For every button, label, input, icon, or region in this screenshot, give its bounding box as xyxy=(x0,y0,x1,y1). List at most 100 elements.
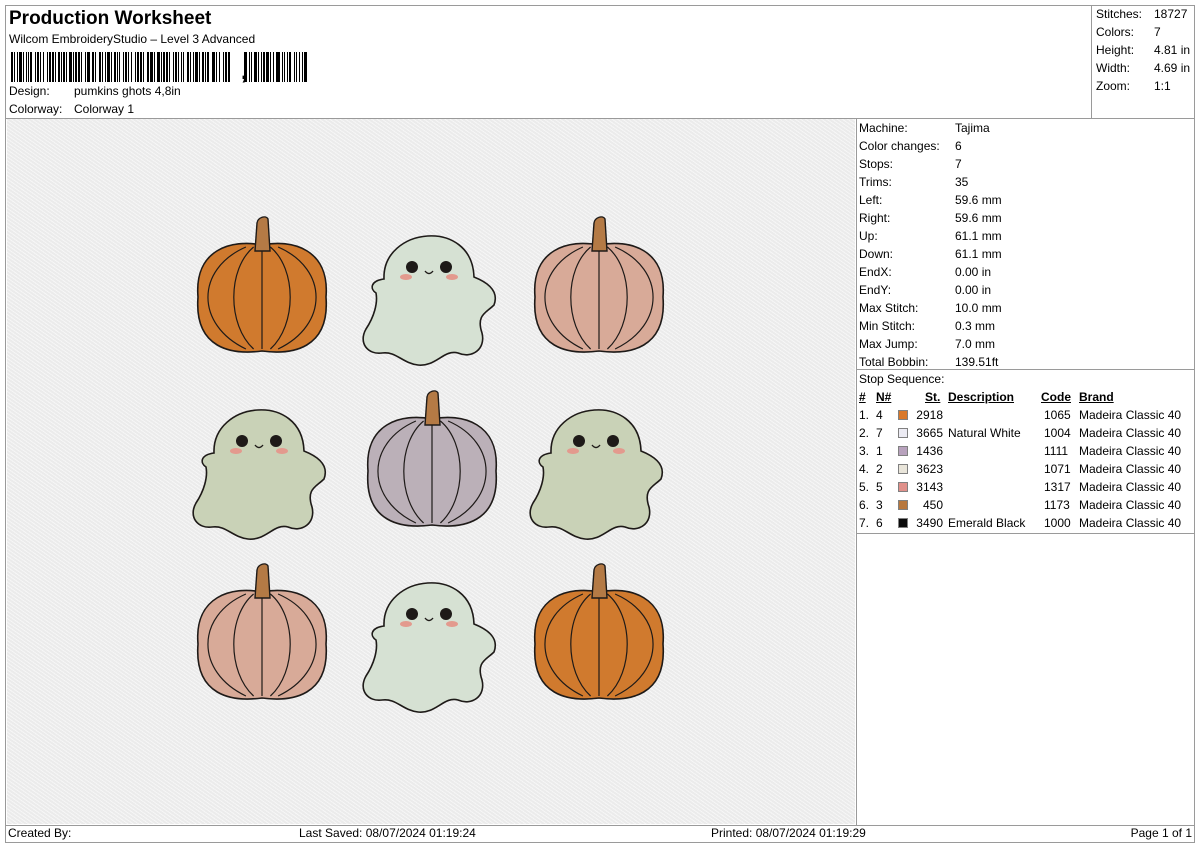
stop-sequence-row: 6. 3 450 1173 Madeira Classic 40 xyxy=(859,498,1195,514)
stop-table-divider xyxy=(856,533,1195,534)
machine-info-row: Color changes: 6 xyxy=(859,139,962,153)
worksheet-header: Production Worksheet Wilcom EmbroiderySt… xyxy=(5,5,1091,118)
design-label: Design: xyxy=(9,84,50,98)
machine-info-label: EndX: xyxy=(859,265,892,279)
stop-sequence-row: 1. 4 2918 1065 Madeira Classic 40 xyxy=(859,408,1195,424)
stop-row-index: 4. xyxy=(859,462,870,476)
machine-info-row: Total Bobbin: 139.51ft xyxy=(859,355,998,369)
stop-row-index: 6. xyxy=(859,498,870,512)
stop-row-stitches: 1436 xyxy=(916,444,943,458)
stop-row-brand: Madeira Classic 40 xyxy=(1079,498,1182,512)
machine-info-label: Machine: xyxy=(859,121,908,135)
stitches-label: Stitches: xyxy=(1096,7,1143,21)
machine-info-value: 35 xyxy=(955,175,969,189)
machine-info-label: Color changes: xyxy=(859,139,940,153)
stop-row-code: 1111 xyxy=(1044,444,1069,458)
height-row: Height: 4.81 in xyxy=(1096,43,1190,57)
pumpkin xyxy=(534,563,664,700)
thread-color-swatch xyxy=(898,464,908,474)
height-label: Height: xyxy=(1096,43,1135,57)
col-st-header: St. xyxy=(925,390,941,404)
pumpkin xyxy=(197,563,327,700)
design-value: pumkins ghots 4,8in xyxy=(74,84,181,98)
machine-info-label: Right: xyxy=(859,211,891,225)
ghost-eye xyxy=(270,435,282,447)
barcode-comma: , xyxy=(241,59,248,84)
stop-row-needle: 4 xyxy=(876,408,883,422)
stop-row-needle: 6 xyxy=(876,516,883,530)
stop-row-index: 7. xyxy=(859,516,870,530)
pumpkin-stem xyxy=(254,563,271,599)
stop-row-code: 1071 xyxy=(1044,462,1071,476)
design-row: Design: pumkins ghots 4,8in xyxy=(9,84,181,98)
machine-info-label: Total Bobbin: xyxy=(859,355,929,369)
ghost-cheek xyxy=(613,448,625,454)
stop-row-index: 3. xyxy=(859,444,870,458)
machine-info-label: Max Stitch: xyxy=(859,301,919,315)
zoom-value: 1:1 xyxy=(1154,79,1171,93)
col-brand-header: Brand xyxy=(1079,390,1114,404)
machine-info-label: Trims: xyxy=(859,175,892,189)
software-name: Wilcom EmbroideryStudio – Level 3 Advanc… xyxy=(9,32,256,46)
machine-info-value: 7 xyxy=(955,157,962,171)
barcode-bar xyxy=(303,52,307,82)
ghost-cheek xyxy=(276,448,288,454)
stop-row-description: Natural White xyxy=(948,426,1021,440)
stop-row-stitches: 450 xyxy=(922,498,943,512)
machine-info-label: EndY: xyxy=(859,283,892,297)
design-artwork xyxy=(192,216,664,713)
ghost-eye xyxy=(406,261,418,273)
stop-row-brand: Madeira Classic 40 xyxy=(1079,426,1182,440)
thread-color-swatch xyxy=(898,482,908,492)
width-row: Width: 4.69 in xyxy=(1096,61,1190,75)
stop-row-code: 1000 xyxy=(1044,516,1071,530)
ghost-cheek xyxy=(446,621,458,627)
summary-box: Stitches: 18727 Colors: 7 Height: 4.81 in W… xyxy=(1091,5,1196,118)
stop-row-stitches: 3490 xyxy=(916,516,943,530)
machine-info-value: 61.1 mm xyxy=(955,229,1002,243)
ghost-cheek xyxy=(446,274,458,280)
ghost xyxy=(362,235,497,366)
machine-info-label: Up: xyxy=(859,229,878,243)
machine-info-row: Machine: Tajima xyxy=(859,121,990,135)
colorway-label: Colorway: xyxy=(9,102,63,116)
ghost xyxy=(192,409,327,540)
machine-info-row: Min Stitch: 0.3 mm xyxy=(859,319,995,333)
ghost-cheek xyxy=(230,448,242,454)
ghost-eye xyxy=(236,435,248,447)
stop-row-description: Emerald Black xyxy=(948,516,1026,530)
stop-row-needle: 7 xyxy=(876,426,883,440)
width-value: 4.69 in xyxy=(1154,61,1191,75)
stop-row-stitches: 2918 xyxy=(916,408,943,422)
machine-info-row: Max Stitch: 10.0 mm xyxy=(859,301,1002,315)
machine-info-value: 10.0 mm xyxy=(955,301,1002,315)
stop-row-code: 1065 xyxy=(1044,408,1071,422)
stop-row-brand: Madeira Classic 40 xyxy=(1079,462,1182,476)
stop-sequence-title: Stop Sequence: xyxy=(859,372,945,386)
pumpkin xyxy=(534,216,664,353)
ghost-body xyxy=(362,582,497,713)
machine-info-value: 0.00 in xyxy=(955,283,992,297)
ghost-cheek xyxy=(400,274,412,280)
stop-row-stitches: 3665 xyxy=(916,426,943,440)
col-n-header: N# xyxy=(876,390,892,404)
ghost-body xyxy=(192,409,327,540)
width-label: Width: xyxy=(1096,61,1131,75)
machine-info-label: Down: xyxy=(859,247,894,261)
stop-row-code: 1004 xyxy=(1044,426,1071,440)
stop-row-needle: 5 xyxy=(876,480,883,494)
thread-color-swatch xyxy=(898,500,908,510)
ghost-eye xyxy=(440,608,452,620)
colorway-value: Colorway 1 xyxy=(74,102,135,116)
thread-color-swatch xyxy=(898,518,908,528)
machine-info-value: 6 xyxy=(955,139,962,153)
ghost-eye xyxy=(607,435,619,447)
machine-info-row: Right: 59.6 mm xyxy=(859,211,1002,225)
stop-row-stitches: 3143 xyxy=(916,480,943,494)
panel-divider xyxy=(856,118,857,825)
ghost-body xyxy=(362,235,497,366)
ghost xyxy=(362,582,497,713)
design-barcode xyxy=(11,52,307,82)
colorway-row: Colorway: Colorway 1 xyxy=(9,102,134,116)
stop-sequence-row: 4. 2 3623 1071 Madeira Classic 40 xyxy=(859,462,1195,478)
